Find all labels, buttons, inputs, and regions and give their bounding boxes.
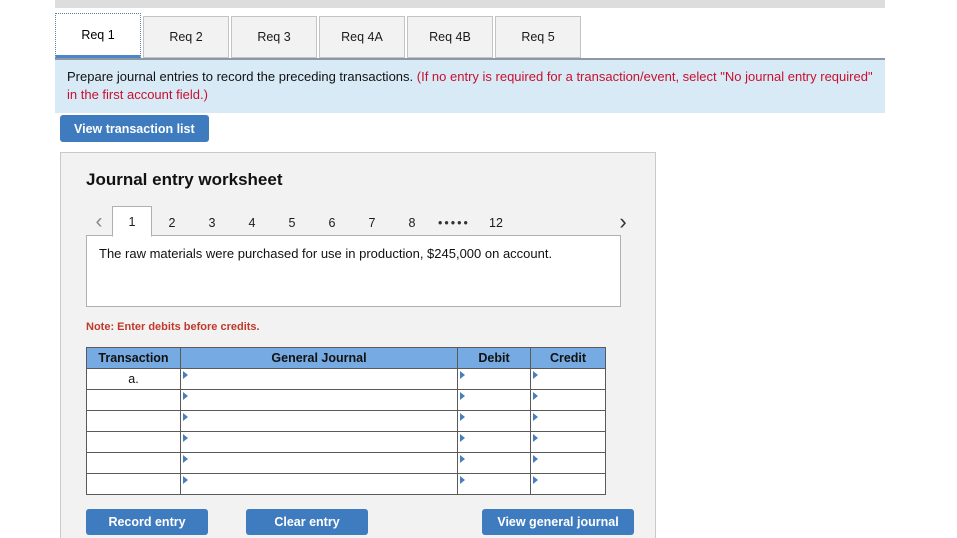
cell-transaction (86, 452, 181, 474)
dropdown-marker-icon (183, 476, 188, 484)
cell-transaction (86, 431, 181, 453)
cell-credit[interactable] (530, 431, 606, 453)
dropdown-marker-icon (533, 455, 538, 463)
chevron-right-icon[interactable]: › (610, 207, 636, 237)
dropdown-marker-icon (460, 371, 465, 379)
journal-entry-worksheet-panel: Journal entry worksheet ‹ 1 2 3 4 5 6 7 … (60, 152, 656, 538)
cell-credit[interactable] (530, 389, 606, 411)
journal-entry-table: Transaction General Journal Debit Credit… (86, 347, 606, 495)
tab-req-5[interactable]: Req 5 (495, 16, 581, 58)
cell-credit[interactable] (530, 410, 606, 432)
dropdown-marker-icon (533, 392, 538, 400)
worksheet-action-bar: Record entry Clear entry View general jo… (86, 508, 634, 536)
tab-req-1[interactable]: Req 1 (55, 13, 141, 58)
tab-label: Req 4B (429, 30, 471, 44)
cell-general-journal[interactable] (180, 431, 458, 453)
cell-general-journal[interactable] (180, 410, 458, 432)
page-tab-6[interactable]: 6 (312, 209, 352, 237)
dropdown-marker-icon (183, 392, 188, 400)
table-row: a. (86, 368, 606, 390)
cell-transaction (86, 473, 181, 495)
page-tab-3[interactable]: 3 (192, 209, 232, 237)
record-entry-button[interactable]: Record entry (86, 509, 208, 535)
cell-general-journal[interactable] (180, 368, 458, 390)
transaction-description-box: The raw materials were purchased for use… (86, 235, 621, 307)
dropdown-marker-icon (460, 455, 465, 463)
table-header-row: Transaction General Journal Debit Credit (86, 347, 606, 369)
dropdown-marker-icon (533, 434, 538, 442)
cell-transaction (86, 410, 181, 432)
table-row (86, 452, 606, 474)
tab-req-4a[interactable]: Req 4A (319, 16, 405, 58)
clear-entry-button[interactable]: Clear entry (246, 509, 368, 535)
worksheet-title: Journal entry worksheet (86, 170, 283, 189)
page-tab-12[interactable]: 12 (476, 209, 516, 237)
dropdown-marker-icon (183, 434, 188, 442)
page-tab-8[interactable]: 8 (392, 209, 432, 237)
tab-label: Req 2 (169, 30, 203, 44)
top-gray-strip (55, 0, 885, 8)
column-header-transaction: Transaction (86, 347, 181, 369)
worksheet-pagination: ‹ 1 2 3 4 5 6 7 8 ••••• 12 › (86, 203, 636, 237)
page-tab-2[interactable]: 2 (152, 209, 192, 237)
view-general-journal-button[interactable]: View general journal (482, 509, 634, 535)
cell-debit[interactable] (457, 431, 531, 453)
dropdown-marker-icon (460, 413, 465, 421)
cell-credit[interactable] (530, 452, 606, 474)
tab-req-2[interactable]: Req 2 (143, 16, 229, 58)
cell-debit[interactable] (457, 368, 531, 390)
cell-debit[interactable] (457, 452, 531, 474)
tab-label: Req 1 (81, 27, 115, 42)
cell-general-journal[interactable] (180, 452, 458, 474)
cell-general-journal[interactable] (180, 473, 458, 495)
dropdown-marker-icon (183, 455, 188, 463)
column-header-credit: Credit (530, 347, 606, 369)
cell-general-journal[interactable] (180, 389, 458, 411)
dropdown-marker-icon (183, 371, 188, 379)
cell-credit[interactable] (530, 473, 606, 495)
column-header-general-journal: General Journal (180, 347, 458, 369)
column-header-debit: Debit (457, 347, 531, 369)
page-ellipsis: ••••• (438, 216, 470, 230)
tab-req-3[interactable]: Req 3 (231, 16, 317, 58)
dropdown-marker-icon (460, 434, 465, 442)
cell-debit[interactable] (457, 473, 531, 495)
page-tab-7[interactable]: 7 (352, 209, 392, 237)
table-row (86, 410, 606, 432)
table-row (86, 473, 606, 495)
dropdown-marker-icon (533, 476, 538, 484)
instruction-text: Prepare journal entries to record the pr… (67, 69, 414, 84)
page-tab-5[interactable]: 5 (272, 209, 312, 237)
chevron-left-icon[interactable]: ‹ (86, 207, 112, 237)
tab-label: Req 3 (257, 30, 291, 44)
tab-label: Req 5 (521, 30, 555, 44)
dropdown-marker-icon (183, 413, 188, 421)
dropdown-marker-icon (460, 392, 465, 400)
debits-before-credits-note: Note: Enter debits before credits. (86, 321, 260, 333)
page-tab-1[interactable]: 1 (112, 206, 152, 237)
cell-transaction: a. (86, 368, 181, 390)
tab-label: Req 4A (341, 30, 383, 44)
dropdown-marker-icon (533, 413, 538, 421)
tab-req-4b[interactable]: Req 4B (407, 16, 493, 58)
requirement-tab-bar: Req 1 Req 2 Req 3 Req 4A Req 4B Req 5 (55, 13, 885, 58)
table-row (86, 389, 606, 411)
dropdown-marker-icon (533, 371, 538, 379)
instruction-banner: Prepare journal entries to record the pr… (55, 58, 885, 114)
cell-transaction (86, 389, 181, 411)
table-row (86, 431, 606, 453)
cell-debit[interactable] (457, 389, 531, 411)
view-transaction-list-button[interactable]: View transaction list (60, 115, 209, 142)
cell-credit[interactable] (530, 368, 606, 390)
cell-debit[interactable] (457, 410, 531, 432)
dropdown-marker-icon (460, 476, 465, 484)
page-tab-4[interactable]: 4 (232, 209, 272, 237)
